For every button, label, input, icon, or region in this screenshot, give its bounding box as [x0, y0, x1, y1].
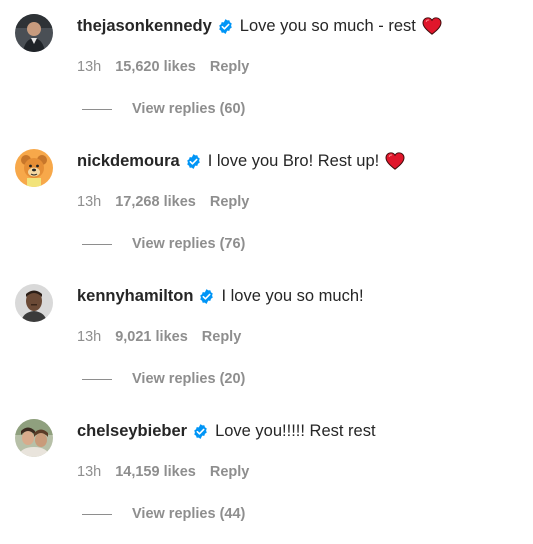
avatar[interactable] [15, 149, 53, 187]
comment-line: chelseybieber Love you!!!!! Rest rest [77, 421, 376, 441]
username-link[interactable]: thejasonkennedy [77, 16, 212, 36]
likes-count[interactable]: 15,620 likes [115, 59, 196, 75]
view-replies-button[interactable]: View replies (60) [82, 101, 245, 117]
timestamp[interactable]: 13h [77, 59, 101, 75]
divider [82, 108, 112, 110]
view-replies-label: View replies (20) [132, 371, 246, 387]
timestamp[interactable]: 13h [77, 194, 101, 210]
avatar[interactable] [15, 284, 53, 322]
view-replies-label: View replies (44) [132, 506, 246, 522]
comment-meta: 13h 15,620 likes Reply [77, 59, 249, 75]
comment-line: kennyhamilton I love you so much! [77, 286, 364, 306]
avatar-chelseybieber-icon [15, 419, 53, 457]
verified-badge-icon [198, 288, 215, 305]
timestamp[interactable]: 13h [77, 464, 101, 480]
avatar-kennyhamilton-icon [15, 284, 53, 322]
likes-count[interactable]: 9,021 likes [115, 329, 188, 345]
divider [82, 513, 112, 515]
verified-badge-icon [217, 18, 234, 35]
heart-emoji-icon [422, 17, 442, 35]
likes-count[interactable]: 14,159 likes [115, 464, 196, 480]
username-link[interactable]: kennyhamilton [77, 286, 193, 306]
comment-meta: 13h 9,021 likes Reply [77, 329, 241, 345]
comment-item: nickdemoura I love you Bro! Rest up! 13h… [0, 135, 533, 270]
view-replies-label: View replies (76) [132, 236, 246, 252]
comment-item: chelseybieber Love you!!!!! Rest rest 13… [0, 405, 533, 540]
view-replies-label: View replies (60) [132, 101, 246, 117]
username-link[interactable]: nickdemoura [77, 151, 180, 171]
username-link[interactable]: chelseybieber [77, 421, 187, 441]
divider [82, 243, 112, 245]
comment-item: thejasonkennedy Love you so much - rest … [0, 0, 533, 135]
comment-item: kennyhamilton I love you so much! 13h 9,… [0, 270, 533, 405]
likes-count[interactable]: 17,268 likes [115, 194, 196, 210]
view-replies-button[interactable]: View replies (44) [82, 506, 245, 522]
comment-text: Love you!!!!! Rest rest [215, 422, 376, 440]
reply-button[interactable]: Reply [210, 59, 250, 75]
comment-meta: 13h 14,159 likes Reply [77, 464, 249, 480]
comment-meta: 13h 17,268 likes Reply [77, 194, 249, 210]
avatar[interactable] [15, 419, 53, 457]
comment-line: thejasonkennedy Love you so much - rest [77, 16, 442, 36]
comment-text: I love you so much! [221, 287, 364, 305]
view-replies-button[interactable]: View replies (76) [82, 236, 245, 252]
reply-button[interactable]: Reply [210, 194, 250, 210]
comment-text: Love you so much - rest [239, 17, 416, 35]
verified-badge-icon [185, 153, 202, 170]
comment-line: nickdemoura I love you Bro! Rest up! [77, 151, 405, 171]
avatar-thejasonkennedy-icon [15, 14, 53, 52]
timestamp[interactable]: 13h [77, 329, 101, 345]
heart-emoji-icon [385, 152, 405, 170]
comment-text: I love you Bro! Rest up! [207, 152, 380, 170]
avatar[interactable] [15, 14, 53, 52]
cartoon-bear-avatar-icon [15, 149, 53, 187]
reply-button[interactable]: Reply [210, 464, 250, 480]
view-replies-button[interactable]: View replies (20) [82, 371, 245, 387]
divider [82, 378, 112, 380]
verified-badge-icon [192, 423, 209, 440]
reply-button[interactable]: Reply [202, 329, 242, 345]
